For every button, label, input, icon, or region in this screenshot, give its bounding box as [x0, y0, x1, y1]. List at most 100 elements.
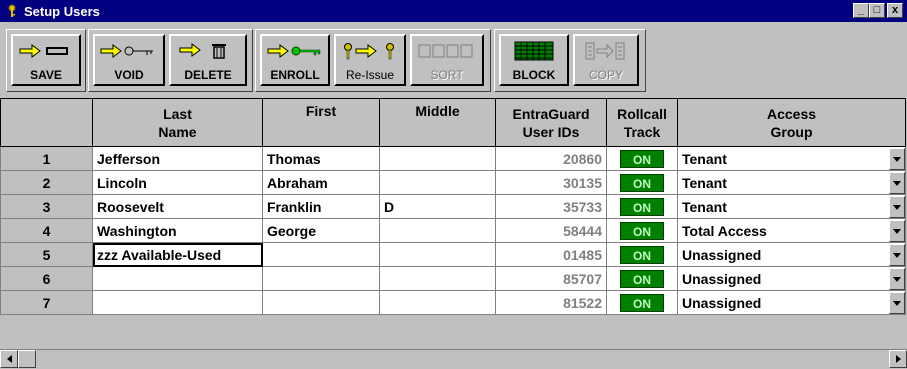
middle-name-cell[interactable]	[379, 290, 496, 315]
first-name-cell[interactable]: George	[262, 218, 380, 243]
void-button[interactable]: VOID	[93, 34, 165, 86]
table-row[interactable]: 7 81522 ON Unassigned	[0, 290, 906, 315]
reissue-icon	[340, 39, 400, 63]
header-first-name[interactable]: First	[262, 98, 380, 147]
user-id-cell[interactable]: 01485	[495, 242, 607, 267]
last-name-cell[interactable]	[92, 290, 263, 315]
dropdown-button[interactable]	[889, 172, 905, 194]
block-button[interactable]: BLOCK	[499, 34, 569, 86]
last-name-cell[interactable]: Lincoln	[92, 170, 263, 195]
header-user-ids[interactable]: EntraGuard User IDs	[495, 98, 607, 147]
row-number[interactable]: 4	[0, 218, 93, 243]
reissue-label: Re-Issue	[345, 68, 395, 82]
sort-button[interactable]: SORT	[410, 34, 484, 86]
on-toggle[interactable]: ON	[620, 221, 664, 240]
last-name-cell[interactable]: Jefferson	[92, 146, 263, 171]
scroll-right-button[interactable]	[889, 350, 907, 368]
on-toggle[interactable]: ON	[620, 245, 664, 264]
access-group-select[interactable]: Total Access	[677, 218, 906, 243]
delete-button[interactable]: DELETE	[169, 34, 247, 86]
row-number[interactable]: 6	[0, 266, 93, 291]
window-title: Setup Users	[24, 3, 100, 19]
access-group-select[interactable]: Tenant	[677, 146, 906, 171]
middle-name-cell[interactable]	[379, 146, 496, 171]
rollcall-track-cell[interactable]: ON	[606, 194, 678, 219]
save-button[interactable]: SAVE	[11, 34, 81, 86]
middle-name-cell[interactable]	[379, 266, 496, 291]
access-group-select[interactable]: Tenant	[677, 170, 906, 195]
header-rollcall-track[interactable]: Rollcall Track	[606, 98, 678, 147]
rollcall-track-cell[interactable]: ON	[606, 218, 678, 243]
dropdown-button[interactable]	[889, 268, 905, 290]
table-row[interactable]: 4 Washington George 58444 ON Total Access	[0, 218, 906, 243]
dropdown-button[interactable]	[889, 196, 905, 218]
access-group-select[interactable]: Tenant	[677, 194, 906, 219]
row-number[interactable]: 3	[0, 194, 93, 219]
first-name-cell[interactable]	[262, 290, 380, 315]
last-name-cell[interactable]: Roosevelt	[92, 194, 263, 219]
enroll-button[interactable]: ENROLL	[260, 34, 330, 86]
table-row[interactable]: 6 85707 ON Unassigned	[0, 266, 906, 291]
user-id-cell[interactable]: 58444	[495, 218, 607, 243]
scroll-left-button[interactable]	[0, 350, 18, 368]
access-group-select[interactable]: Unassigned	[677, 290, 906, 315]
middle-name-cell[interactable]	[379, 170, 496, 195]
first-name-cell[interactable]: Franklin	[262, 194, 380, 219]
scroll-thumb[interactable]	[18, 350, 36, 368]
header-middle-name[interactable]: Middle	[379, 98, 496, 147]
toolbar: SAVE VOID DELETE ENROLL Re-Issue SORT BL…	[0, 22, 907, 98]
header-last-name[interactable]: Last Name	[92, 98, 263, 147]
row-number[interactable]: 1	[0, 146, 93, 171]
dropdown-button[interactable]	[889, 292, 905, 314]
row-number[interactable]: 7	[0, 290, 93, 315]
dropdown-button[interactable]	[889, 148, 905, 170]
user-id-cell[interactable]: 20860	[495, 146, 607, 171]
save-label: SAVE	[30, 68, 62, 82]
title-bar: Setup Users _ □ x	[0, 0, 907, 22]
maximize-button[interactable]: □	[869, 3, 885, 18]
first-name-cell[interactable]: Thomas	[262, 146, 380, 171]
header-access-group[interactable]: Access Group	[677, 98, 906, 147]
rollcall-track-cell[interactable]: ON	[606, 242, 678, 267]
last-name-cell[interactable]	[92, 266, 263, 291]
access-group-value: Unassigned	[682, 270, 762, 287]
user-id-cell[interactable]: 81522	[495, 290, 607, 315]
last-name-cell[interactable]: zzz Available-Used	[92, 242, 263, 267]
horizontal-scrollbar[interactable]	[0, 349, 907, 368]
dropdown-button[interactable]	[889, 220, 905, 242]
row-number[interactable]: 2	[0, 170, 93, 195]
last-name-cell[interactable]: Washington	[92, 218, 263, 243]
on-toggle[interactable]: ON	[620, 197, 664, 216]
on-toggle[interactable]: ON	[620, 173, 664, 192]
table-row[interactable]: 3 Roosevelt Franklin D 35733 ON Tenant	[0, 194, 906, 219]
user-id-cell[interactable]: 85707	[495, 266, 607, 291]
rollcall-track-cell[interactable]: ON	[606, 290, 678, 315]
rollcall-track-cell[interactable]: ON	[606, 170, 678, 195]
table-row[interactable]: 5 zzz Available-Used 01485 ON Unassigned	[0, 242, 906, 267]
first-name-cell[interactable]	[262, 266, 380, 291]
middle-name-cell[interactable]: D	[379, 194, 496, 219]
middle-name-cell[interactable]	[379, 218, 496, 243]
rollcall-track-cell[interactable]: ON	[606, 266, 678, 291]
on-toggle[interactable]: ON	[620, 269, 664, 288]
copy-button[interactable]: COPY	[573, 34, 639, 86]
close-button[interactable]: x	[887, 3, 903, 18]
user-id-cell[interactable]: 30135	[495, 170, 607, 195]
on-toggle[interactable]: ON	[620, 293, 664, 312]
access-group-select[interactable]: Unassigned	[677, 266, 906, 291]
table-row[interactable]: 1 Jefferson Thomas 20860 ON Tenant	[0, 146, 906, 171]
user-id-cell[interactable]: 35733	[495, 194, 607, 219]
minimize-button[interactable]: _	[853, 3, 869, 18]
first-name-cell[interactable]: Abraham	[262, 170, 380, 195]
first-name-cell[interactable]	[262, 242, 380, 267]
reissue-button[interactable]: Re-Issue	[334, 34, 406, 86]
corner-header	[0, 98, 93, 147]
on-toggle[interactable]: ON	[620, 149, 664, 168]
row-number[interactable]: 5	[0, 242, 93, 267]
access-group-select[interactable]: Unassigned	[677, 242, 906, 267]
arrow-left-icon	[6, 355, 12, 363]
middle-name-cell[interactable]	[379, 242, 496, 267]
table-row[interactable]: 2 Lincoln Abraham 30135 ON Tenant	[0, 170, 906, 195]
dropdown-button[interactable]	[889, 244, 905, 266]
rollcall-track-cell[interactable]: ON	[606, 146, 678, 171]
